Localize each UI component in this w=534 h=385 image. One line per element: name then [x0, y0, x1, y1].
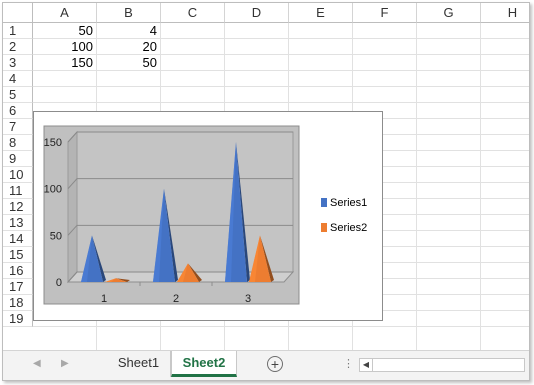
x-tick-label: 3: [245, 293, 251, 305]
legend-label-series1: Series1: [330, 197, 368, 209]
cell-b3[interactable]: 50: [97, 55, 161, 71]
scroll-left-icon[interactable]: ◀: [360, 359, 373, 371]
row-header-9[interactable]: 9: [3, 151, 33, 167]
column-header-e[interactable]: E: [289, 3, 353, 23]
cell-a1[interactable]: 50: [33, 23, 97, 39]
legend-label-series2: Series2: [330, 222, 368, 234]
tab-sheet2[interactable]: Sheet2: [171, 351, 237, 377]
cell-a3[interactable]: 150: [33, 55, 97, 71]
chart-canvas: 0 50 100 150 1 2 3: [43, 125, 300, 305]
legend-swatch-series1: [321, 198, 327, 207]
row-header-18[interactable]: 18: [3, 295, 33, 311]
column-header-d[interactable]: D: [225, 3, 289, 23]
spreadsheet-window: A B C D E F G H 1 2 3 4 5 6 7 8 9 10 11 12 13 14 15 16 17 18 19 50 4…: [2, 2, 530, 381]
y-tick-label: 0: [56, 277, 62, 289]
legend-item-series1: Series1: [321, 196, 367, 210]
row-gridline: [33, 86, 529, 87]
tab-sheet1[interactable]: Sheet1: [107, 351, 171, 377]
column-header-h[interactable]: H: [481, 3, 529, 23]
select-all-corner[interactable]: [3, 3, 33, 23]
row-header-3[interactable]: 3: [3, 55, 33, 71]
row-header-13[interactable]: 13: [3, 215, 33, 231]
legend-item-series2: Series2: [321, 221, 367, 235]
column-header-g[interactable]: G: [417, 3, 481, 23]
cell-b2[interactable]: 20: [97, 39, 161, 55]
row-header-11[interactable]: 11: [3, 183, 33, 199]
column-header-c[interactable]: C: [161, 3, 225, 23]
scroll-tabs-right-icon[interactable]: ▶: [61, 358, 69, 369]
y-tick-label: 50: [50, 230, 62, 242]
row-header-14[interactable]: 14: [3, 231, 33, 247]
row-gridline: [33, 326, 529, 327]
column-gridline: [480, 23, 481, 350]
row-header-12[interactable]: 12: [3, 199, 33, 215]
row-header-17[interactable]: 17: [3, 279, 33, 295]
sheet-tab-bar: ◀ ▶ Sheet1 Sheet2 + ⋮ ◀: [3, 350, 529, 380]
row-header-15[interactable]: 15: [3, 247, 33, 263]
legend-swatch-series2: [321, 223, 327, 232]
ellipsis-icon[interactable]: ⋮: [343, 357, 354, 370]
row-header-6[interactable]: 6: [3, 103, 33, 119]
row-header-8[interactable]: 8: [3, 135, 33, 151]
row-header-5[interactable]: 5: [3, 87, 33, 103]
column-gridline: [416, 23, 417, 350]
chart-side-wall: [67, 130, 78, 284]
scroll-tabs-left-icon[interactable]: ◀: [33, 358, 41, 369]
row-header-7[interactable]: 7: [3, 119, 33, 135]
y-tick-label: 100: [44, 184, 62, 196]
x-tick-label: 2: [173, 293, 179, 305]
horizontal-scrollbar[interactable]: ◀: [359, 358, 525, 372]
column-header-f[interactable]: F: [353, 3, 417, 23]
cell-a2[interactable]: 100: [33, 39, 97, 55]
row-header-19[interactable]: 19: [3, 311, 33, 327]
y-tick-label: 150: [44, 137, 62, 149]
row-header-4[interactable]: 4: [3, 71, 33, 87]
row-gridline: [33, 102, 529, 103]
cell-b1[interactable]: 4: [97, 23, 161, 39]
column-header-b[interactable]: B: [97, 3, 161, 23]
row-header-10[interactable]: 10: [3, 167, 33, 183]
x-tick-label: 1: [101, 293, 107, 305]
embedded-chart[interactable]: 0 50 100 150 1 2 3 Series1 Series2: [33, 111, 383, 321]
row-header-1[interactable]: 1: [3, 23, 33, 39]
column-header-a[interactable]: A: [33, 3, 97, 23]
row-header-2[interactable]: 2: [3, 39, 33, 55]
row-header-16[interactable]: 16: [3, 263, 33, 279]
plus-circle-icon[interactable]: +: [267, 356, 283, 372]
